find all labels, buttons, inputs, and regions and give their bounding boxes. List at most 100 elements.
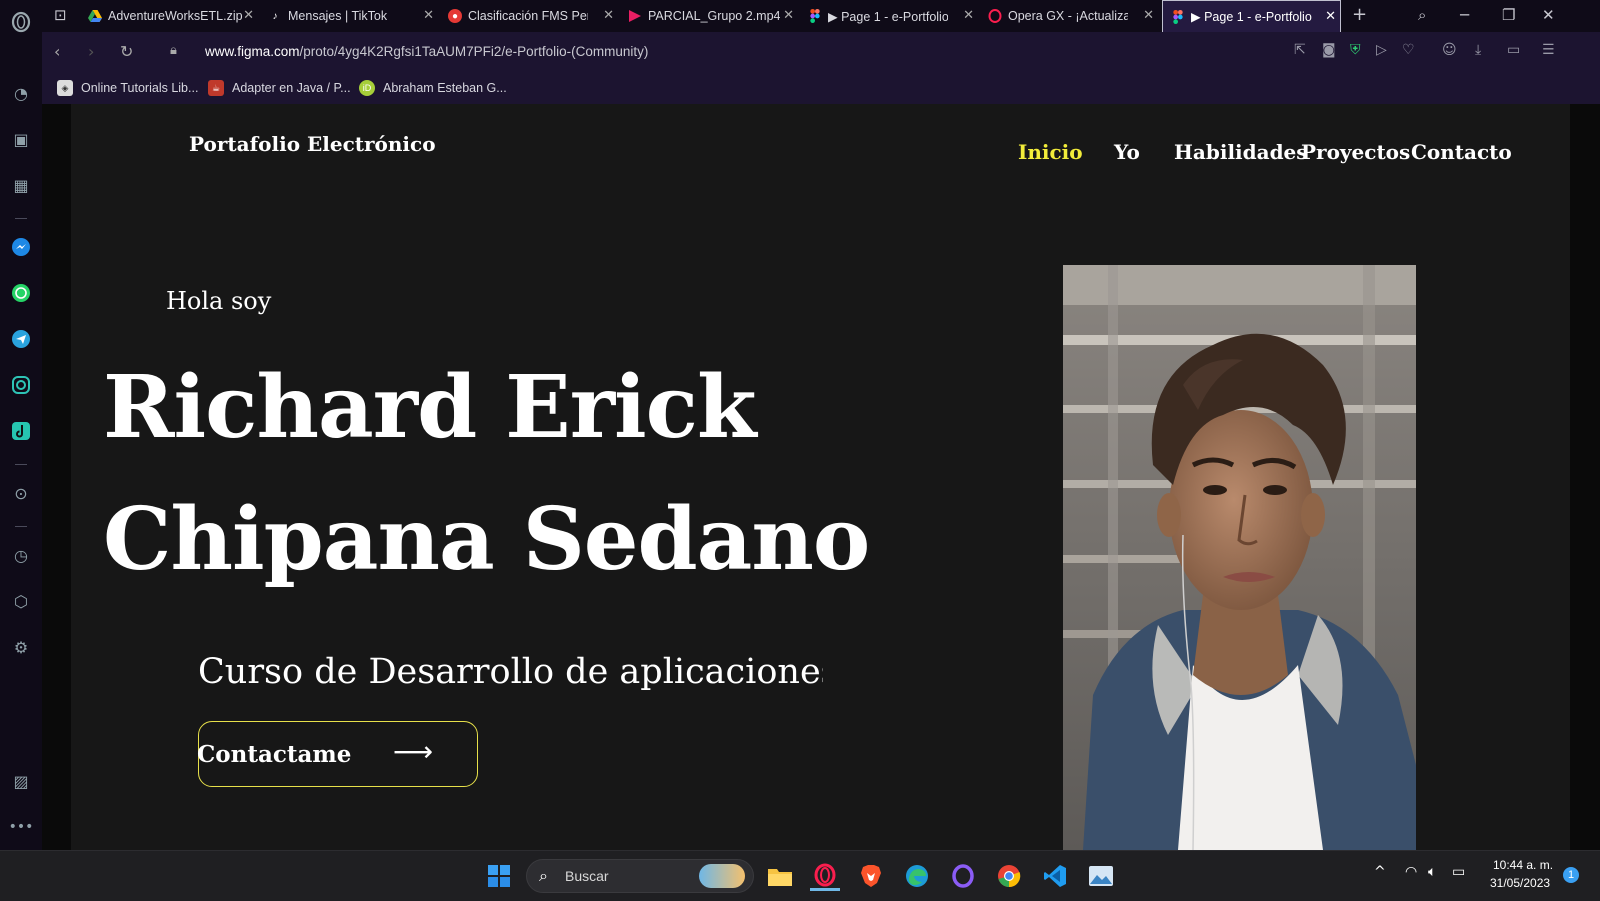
- tab-title: AdventureWorksETL.zip: [108, 9, 243, 23]
- close-tab-icon[interactable]: ✕: [243, 8, 254, 23]
- telegram-icon[interactable]: [9, 327, 33, 351]
- snapshot-icon[interactable]: ◙: [1322, 42, 1336, 58]
- tab-opera-gx[interactable]: Opera GX - ¡Actualizaci ✕: [988, 0, 1158, 32]
- more-icon[interactable]: •••: [9, 815, 34, 839]
- forward-icon[interactable]: ›: [88, 42, 94, 61]
- tab-title: Opera GX - ¡Actualizaci: [1008, 9, 1128, 23]
- browser-sidebar: ◔ ▣ ▦ ⊙ ◷ ⬡ ⚙ ▨ •••: [0, 0, 43, 850]
- hot-tabs-killer-icon[interactable]: ▦: [9, 173, 33, 197]
- bookmark-adapter-java[interactable]: ☕︎ Adapter en Java / P...: [208, 80, 351, 96]
- tab-eportfolio-active[interactable]: ▶ Page 1 - e-Portfolio ✕: [1162, 0, 1341, 32]
- tiktok-icon: ♪: [272, 10, 278, 22]
- close-tab-icon[interactable]: ✕: [423, 8, 434, 23]
- shield-icon[interactable]: ⛨: [1350, 42, 1361, 58]
- tab-tiktok[interactable]: ♪ Mensajes | TikTok ✕: [268, 0, 438, 32]
- portfolio-page: Portafolio Electrónico Inicio Yo Habilid…: [71, 104, 1570, 850]
- nav-inicio[interactable]: Inicio: [1018, 140, 1083, 164]
- close-tab-icon[interactable]: ✕: [1325, 9, 1336, 24]
- tab-adventureworks[interactable]: AdventureWorksETL.zip ✕: [88, 0, 258, 32]
- easy-setup-icon[interactable]: ☰: [1542, 42, 1555, 58]
- share-icon[interactable]: ⇱: [1294, 42, 1306, 58]
- tab-clasificacion[interactable]: ● Clasificación FMS Perú ✕: [448, 0, 618, 32]
- tab-eportfolio-1[interactable]: ▶ Page 1 - e-Portfolio ✕: [808, 0, 978, 32]
- opera-gx-icon[interactable]: [810, 861, 840, 891]
- minimize-icon[interactable]: ─: [1460, 6, 1469, 24]
- heart-icon[interactable]: ♡: [1402, 42, 1415, 58]
- file-explorer-icon[interactable]: [765, 861, 795, 891]
- name-line-2: Chipana Sedano: [103, 489, 870, 590]
- history-icon[interactable]: ◷: [9, 543, 33, 567]
- image-viewer-icon[interactable]: [1086, 861, 1116, 891]
- tab-title: PARCIAL_Grupo 2.mp4: [648, 9, 781, 23]
- name-line-1: Richard Erick: [103, 357, 757, 458]
- url-path: /proto/4yg4K2Rgfsi1TaAUM7PFi2/e-Portfoli…: [299, 44, 649, 59]
- page-viewport: Portafolio Electrónico Inicio Yo Habilid…: [42, 104, 1600, 850]
- bookmarks-bar: ◈ Online Tutorials Lib... ☕︎ Adapter en …: [42, 72, 1600, 104]
- battery-saver-icon[interactable]: ▭: [1507, 42, 1520, 58]
- nav-habilidades[interactable]: Habilidades: [1174, 140, 1308, 164]
- settings-icon[interactable]: ⚙: [9, 635, 33, 659]
- brave-icon[interactable]: [856, 861, 886, 891]
- vscode-icon[interactable]: [1040, 861, 1070, 891]
- sidebar-divider: [15, 526, 27, 527]
- close-tab-icon[interactable]: ✕: [1143, 8, 1154, 23]
- instagram-icon[interactable]: [9, 373, 33, 397]
- nav-yo[interactable]: Yo: [1114, 140, 1140, 164]
- search-tabs-icon[interactable]: ⌕: [1418, 6, 1426, 24]
- tab-title: Mensajes | TikTok: [288, 9, 388, 23]
- figma-icon: [1171, 9, 1185, 24]
- chrome-icon[interactable]: [994, 861, 1024, 891]
- close-tab-icon[interactable]: ✕: [783, 8, 794, 23]
- opera-icon[interactable]: [948, 861, 978, 891]
- messenger-icon[interactable]: [9, 235, 33, 259]
- wallpaper-icon[interactable]: ▨: [9, 769, 33, 793]
- greeting-text: Hola soy: [166, 287, 272, 315]
- lock-icon[interactable]: 🔒︎: [170, 43, 177, 58]
- back-icon[interactable]: ‹: [54, 42, 60, 61]
- edge-icon[interactable]: [902, 861, 932, 891]
- close-window-icon[interactable]: ✕: [1542, 6, 1555, 24]
- notification-badge[interactable]: 1: [1563, 867, 1579, 883]
- contact-button[interactable]: Contactame ⟶: [197, 721, 478, 787]
- new-tab-icon[interactable]: +: [1352, 4, 1367, 25]
- whatsapp-icon[interactable]: [9, 281, 33, 305]
- url-field[interactable]: www.figma.com/proto/4yg4K2Rgfsi1TaAUM7PF…: [205, 44, 648, 59]
- send-icon[interactable]: ▷: [1376, 42, 1387, 58]
- opera-gx-logo-icon[interactable]: [9, 10, 33, 34]
- close-tab-icon[interactable]: ✕: [963, 8, 974, 23]
- taskbar-search[interactable]: ⌕ Buscar: [526, 859, 754, 893]
- restore-icon[interactable]: ❐: [1502, 6, 1515, 24]
- close-tab-icon[interactable]: ✕: [603, 8, 614, 23]
- download-icon[interactable]: ⤓: [1475, 42, 1481, 58]
- gx-control-icon[interactable]: ◔: [9, 81, 33, 105]
- tiktok-icon[interactable]: [9, 419, 33, 443]
- url-host: www.figma.com: [205, 44, 300, 59]
- player-icon[interactable]: ⊙: [9, 481, 33, 505]
- profile-photo: [1063, 265, 1416, 850]
- windows-start-icon[interactable]: [484, 861, 514, 891]
- extensions-icon[interactable]: ⬡: [9, 589, 33, 613]
- google-drive-icon: [88, 9, 102, 23]
- course-subtitle: Curso de Desarrollo de aplicaciones w: [198, 652, 823, 692]
- bookmark-abraham[interactable]: iD Abraham Esteban G...: [359, 80, 507, 96]
- site-brand[interactable]: Portafolio Electrónico: [189, 132, 436, 156]
- tab-parcial-video[interactable]: PARCIAL_Grupo 2.mp4 ✕: [628, 0, 798, 32]
- search-highlight-icon: [699, 864, 745, 888]
- nav-proyectos[interactable]: Proyectos: [1301, 140, 1410, 164]
- video-icon: [628, 9, 642, 23]
- battery-icon[interactable]: ▭: [1452, 864, 1465, 880]
- clock-time[interactable]: 10:44 a. m.: [1493, 858, 1553, 872]
- search-icon: ⌕: [539, 866, 548, 885]
- bookmark-online-tutorials[interactable]: ◈ Online Tutorials Lib...: [57, 80, 198, 96]
- volume-icon[interactable]: 🔈︎: [1428, 864, 1436, 880]
- clock-date[interactable]: 31/05/2023: [1490, 876, 1550, 890]
- gamepad-icon[interactable]: ⊡: [54, 6, 67, 24]
- gx-corner-icon[interactable]: ▣: [9, 127, 33, 151]
- account-icon[interactable]: ☺: [1442, 42, 1457, 58]
- reload-icon[interactable]: ↻: [120, 42, 133, 61]
- fms-icon: ●: [448, 9, 462, 23]
- nav-contacto[interactable]: Contacto: [1411, 140, 1512, 164]
- wifi-icon[interactable]: ◠: [1405, 864, 1417, 880]
- arrow-right-icon: ⟶: [393, 735, 434, 768]
- chevron-up-icon[interactable]: ^: [1374, 864, 1386, 880]
